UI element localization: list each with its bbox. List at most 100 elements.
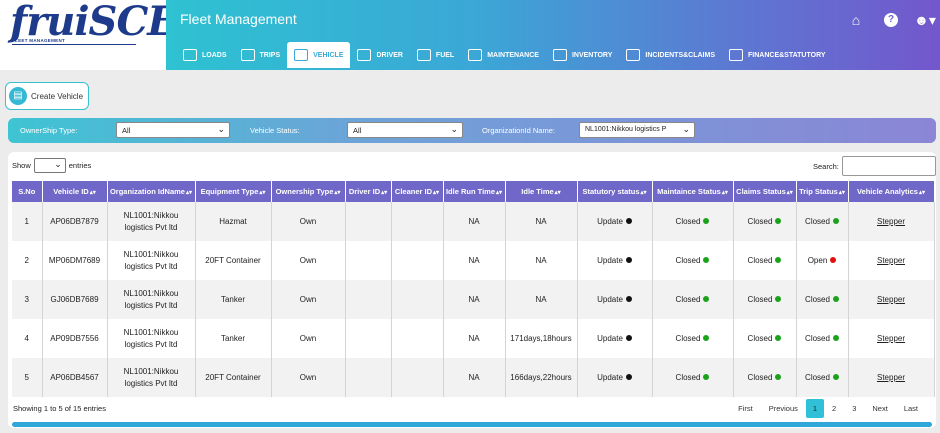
stepper-link[interactable]: Stepper (877, 256, 905, 265)
tab-incidents-claims[interactable]: INCIDENTS&CLAIMS (619, 42, 722, 68)
stepper-link[interactable]: Stepper (877, 334, 905, 343)
trip-value: Closed (805, 333, 830, 343)
cell-own: Own (271, 280, 346, 319)
tab-label: TRIPS (259, 51, 281, 59)
trips-icon (240, 49, 255, 61)
cell-vehicle: MP06DM7689 (42, 241, 108, 280)
sort-icon: ▴▾ (185, 190, 193, 196)
status-dot-icon (832, 218, 839, 225)
page-first[interactable]: First (730, 399, 761, 418)
org-line-1: NL1001:Nikkou (123, 249, 179, 259)
home-icon[interactable]: ⌂ (848, 12, 864, 28)
column-header[interactable]: Idle Run Time▴▾ (443, 181, 506, 202)
column-header[interactable]: Idle Time▴▾ (505, 181, 578, 202)
tab-fuel[interactable]: FUEL (410, 42, 461, 68)
sno-value: 2 (24, 255, 29, 265)
sort-icon: ▴▾ (838, 190, 845, 196)
column-header-label: S.No (18, 187, 36, 196)
cell-cleaner (391, 280, 444, 319)
logo[interactable]: fruiSCE FLEET MANAGEMENT (0, 0, 178, 70)
page-2[interactable]: 2 (824, 399, 844, 418)
column-header[interactable]: Cleaner ID▴▾ (391, 181, 444, 202)
idle_run-value: NA (468, 372, 480, 382)
cell-own: Own (271, 358, 346, 397)
idle-value: 171days,18hours (510, 333, 572, 343)
sort-icon: ▴▾ (433, 190, 440, 196)
cell-cleaner (391, 358, 444, 397)
column-header-label: Idle Run Time (445, 187, 495, 196)
cell-claims: Closed (733, 358, 797, 397)
column-header[interactable]: Driver ID▴▾ (345, 181, 392, 202)
cell-maint: Closed (652, 241, 734, 280)
cell-cleaner (391, 202, 444, 241)
cell-statutory: Update (577, 319, 653, 358)
sort-icon: ▴▾ (89, 190, 96, 196)
page-1[interactable]: 1 (805, 399, 825, 418)
claims-value: Closed (747, 255, 773, 265)
page-previous[interactable]: Previous (761, 399, 806, 418)
chevron-down-icon: ⌄ (54, 159, 62, 169)
table-info: Showing 1 to 5 of 15 entries (13, 404, 106, 413)
sno-value: 4 (24, 333, 29, 343)
stepper-link[interactable]: Stepper (877, 217, 905, 226)
table-row[interactable]: 5 AP06DB4567 NL1001:Nikkou logistics Pvt lt… (12, 358, 935, 397)
column-header[interactable]: Ownership Type▴▾ (271, 181, 346, 202)
cell-analytics: Stepper (848, 358, 935, 397)
organization-select[interactable]: NL1001:Nikkou logistics P ⌄ (579, 122, 695, 138)
cell-driver (345, 241, 392, 280)
column-header-label: Idle Time (521, 187, 554, 196)
page-next[interactable]: Next (864, 399, 895, 418)
cell-vehicle: AP06DB7879 (42, 202, 108, 241)
vehicle-status-select[interactable]: All ⌄ (347, 122, 463, 138)
sort-icon: ▴▾ (259, 190, 266, 196)
tab-maintenance[interactable]: MAINTENANCE (461, 42, 546, 68)
column-header[interactable]: Claims Status▴▾ (733, 181, 797, 202)
stepper-link[interactable]: Stepper (877, 373, 905, 382)
column-header[interactable]: S.No (12, 181, 43, 202)
table-row[interactable]: 3 GJ06DB7689 NL1001:Nikkou logistics Pvt lt… (12, 280, 935, 319)
page-3[interactable]: 3 (844, 399, 864, 418)
cell-org: NL1001:Nikkou logistics Pvt ltd (107, 241, 196, 280)
user-icon[interactable]: ☻▾ (913, 12, 937, 28)
cell-vehicle: AP06DB4567 (42, 358, 108, 397)
column-header[interactable]: Organization IdName▴▾ (107, 181, 196, 202)
table-row[interactable]: 1 AP06DB7879 NL1001:Nikkou logistics Pvt lt… (12, 202, 935, 241)
help-icon[interactable]: ? (884, 13, 898, 27)
search-input[interactable] (841, 156, 936, 176)
table-row[interactable]: 4 AP09DB7556 NL1001:Nikkou logistics Pvt lt… (12, 319, 935, 358)
tab-vehicle[interactable]: VEHICLE (287, 42, 351, 68)
show-entries: Show ⌄ entries (12, 158, 91, 173)
statutory-value: Update (597, 216, 623, 226)
sort-icon: ▴▾ (918, 190, 926, 196)
tab-finance-statutory[interactable]: FINANCE&STATUTORY (722, 42, 833, 68)
stepper-link[interactable]: Stepper (877, 295, 905, 304)
status-dot-icon (703, 296, 710, 303)
vehicle-value: AP06DB7879 (50, 216, 99, 226)
column-header[interactable]: Equipment Type▴▾ (195, 181, 272, 202)
page-last[interactable]: Last (896, 399, 926, 418)
horizontal-scrollbar[interactable] (12, 422, 932, 427)
column-header[interactable]: Statutory status▴▾ (577, 181, 653, 202)
tab-loads[interactable]: LOADS (176, 42, 234, 68)
entries-select[interactable]: ⌄ (33, 158, 66, 173)
idle_run-value: NA (468, 294, 480, 304)
incidents-icon (626, 49, 641, 61)
column-header[interactable]: Trip Status▴▾ (796, 181, 849, 202)
table-row[interactable]: 2 MP06DM7689 NL1001:Nikkou logistics Pvt lt… (12, 241, 935, 280)
tab-driver[interactable]: DRIVER (350, 42, 409, 68)
create-vehicle-button[interactable]: ▤ Create Vehicle (5, 82, 89, 110)
table-header-row: S.No Vehicle ID▴▾ Organization IdName▴▾ Equ… (12, 181, 935, 202)
chevron-down-icon: ⌄ (682, 124, 690, 134)
main-nav-tabs: LOADS TRIPS VEHICLE DRIVER FUEL MAINTENANCE IN… (176, 42, 833, 68)
column-header[interactable]: Maintaince Status▴▾ (652, 181, 734, 202)
ownership-type-select[interactable]: All ⌄ (116, 122, 230, 138)
column-header[interactable]: Vehicle ID▴▾ (42, 181, 108, 202)
column-header-label: Claims Status (736, 187, 786, 196)
tab-trips[interactable]: TRIPS (234, 42, 288, 68)
tab-inventory[interactable]: INVENTORY (546, 42, 619, 68)
finance-icon (729, 49, 744, 61)
column-header[interactable]: Vehicle Analytics▴▾ (848, 181, 935, 202)
cell-own: Own (271, 319, 346, 358)
sort-icon: ▴▾ (640, 190, 647, 196)
inventory-icon (552, 49, 567, 61)
